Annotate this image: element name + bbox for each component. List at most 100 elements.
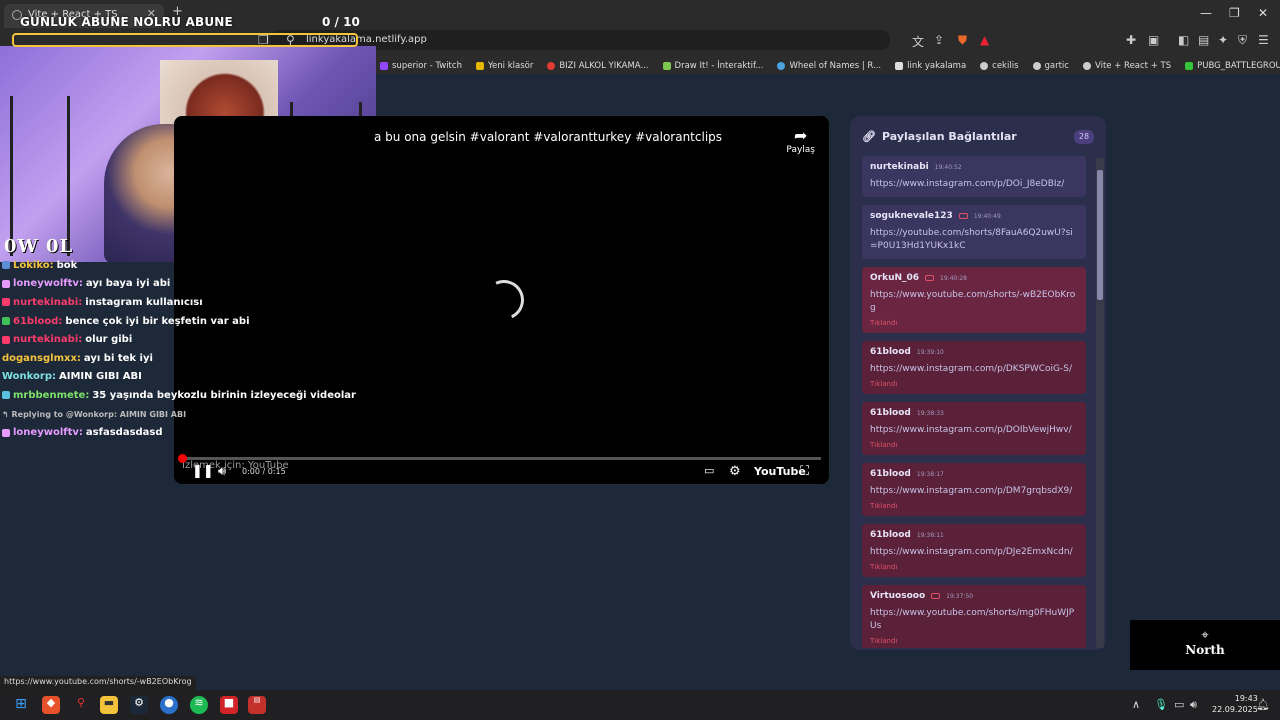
link-timestamp: 19:40:52 <box>934 163 962 171</box>
brave-icon[interactable]: ◆ <box>42 696 60 714</box>
tab-manager-icon[interactable]: ▣ <box>1148 33 1159 47</box>
fullscreen-icon[interactable]: ⛶ <box>800 464 809 479</box>
bookmark-item[interactable]: BIZI ALKOL YIKAMA... <box>547 57 649 74</box>
link-list-scrollbar[interactable] <box>1096 158 1104 648</box>
share-page-icon[interactable]: ⇪ <box>934 33 944 47</box>
steam-icon[interactable]: ⚙ <box>130 696 148 714</box>
translate-icon[interactable]: 文 <box>912 33 924 50</box>
tray-chevron-icon[interactable]: ∧ <box>1132 698 1140 711</box>
scrollbar-thumb[interactable] <box>1097 170 1103 300</box>
close-window-button[interactable]: ✕ <box>1258 6 1268 20</box>
notifications-icon[interactable]: 🔔︎ <box>1256 698 1270 711</box>
link-sender: nurtekinabi 19:40:52 <box>870 162 1078 172</box>
network-icon[interactable]: ▭ <box>1174 698 1184 711</box>
shared-link-card[interactable]: 61blood 19:38:17 https://www.instagram.com… <box>862 463 1086 516</box>
shared-url[interactable]: https://www.youtube.com/shorts/-wB2EObKr… <box>870 289 1078 315</box>
chat-badge-icon <box>2 261 10 270</box>
bookmark-item[interactable]: gartic <box>1032 57 1069 74</box>
leo-ai-icon[interactable]: ✦ <box>1218 33 1228 47</box>
settings-gear-icon[interactable]: ⚙ <box>729 464 741 479</box>
bookmark-item[interactable]: Wheel of Names | R... <box>777 57 881 74</box>
menu-icon[interactable]: ☰ <box>1258 33 1269 47</box>
file-explorer-icon[interactable]: ▬ <box>100 696 118 714</box>
bookmark-favicon <box>380 61 388 70</box>
vpn-icon[interactable]: ⛨ <box>1238 33 1247 48</box>
sidebar-icon[interactable]: ◧ <box>1178 33 1189 47</box>
link-timestamp: 19:37:50 <box>946 592 974 600</box>
shared-url[interactable]: https://www.instagram.com/p/DJe2EmxNcdn/ <box>870 546 1078 559</box>
sender-name: soguknevale123 <box>870 211 953 221</box>
captions-icon[interactable]: ▭ <box>704 464 714 477</box>
shared-url[interactable]: https://www.instagram.com/p/DKSPWCoiG-S/ <box>870 363 1078 376</box>
shared-link-card[interactable]: OrkuN_06 19:40:28 https://www.youtube.com/… <box>862 267 1086 333</box>
shared-link-card[interactable]: nurtekinabi 19:40:52 https://www.instagram… <box>862 156 1086 197</box>
shared-link-card[interactable]: 61blood 19:38:11 https://www.instagram.com… <box>862 524 1086 577</box>
youtube-logo[interactable]: YouTube <box>754 465 806 478</box>
link-timestamp: 19:38:17 <box>916 470 944 478</box>
link-timestamp: 19:38:33 <box>916 409 944 417</box>
taskbar-clock[interactable]: 19:43 22.09.2025 <box>1212 693 1258 715</box>
link-sender: 61blood 19:38:33 <box>870 408 1078 418</box>
progress-handle[interactable] <box>178 454 187 463</box>
link-timestamp: 19:39:10 <box>916 348 944 356</box>
wallet-icon[interactable]: ▤ <box>1198 33 1209 47</box>
shared-link-card[interactable]: soguknevale123 19:40:49 https://youtube.co… <box>862 205 1086 259</box>
chat-text: instagram kullanıcısı <box>85 296 203 308</box>
sender-name: Virtuosooo <box>870 591 926 601</box>
link-icon: 🔗︎ <box>862 130 876 143</box>
link-count-badge: 28 <box>1074 130 1094 144</box>
chat-message: Lokiko: bok <box>2 256 382 275</box>
shared-url[interactable]: https://www.youtube.com/shorts/mg0FHuWJP… <box>870 607 1078 633</box>
bookmark-item[interactable]: Draw It! - İnteraktif... <box>662 57 763 74</box>
chat-text: ayı baya iyi abi <box>85 278 171 290</box>
windows-start-icon[interactable]: ⊞ <box>12 696 30 714</box>
mic-icon[interactable]: 🎙︎ <box>1154 698 1168 711</box>
bookmark-item[interactable]: cekilis <box>980 57 1019 74</box>
link-sender: OrkuN_06 19:40:28 <box>870 273 1078 283</box>
voicemeeter-icon[interactable]: ▤ <box>248 696 266 714</box>
chat-username: loneywolftv: <box>13 278 83 290</box>
chat-username: nurtekinabi: <box>13 334 83 346</box>
chat-text: ayı bi tek iyi <box>83 352 153 364</box>
maximize-button[interactable]: ❐ <box>1229 6 1240 20</box>
volume-tray-icon[interactable]: 🔊︎ <box>1190 698 1197 712</box>
rewards-icon[interactable]: ▲ <box>980 33 989 47</box>
pause-icon[interactable]: ❚❚ <box>192 464 214 479</box>
shared-url[interactable]: https://youtube.com/shorts/8FauA6Q2uwU?s… <box>870 227 1078 253</box>
link-timestamp: 19:40:49 <box>973 212 1001 220</box>
minimize-button[interactable]: — <box>1200 6 1212 20</box>
app-icon[interactable]: ■ <box>220 696 238 714</box>
bookmark-item[interactable]: PUBG_BATTLEGROU... <box>1185 57 1280 74</box>
shared-link-card[interactable]: Virtuosooo 19:37:50 https://www.youtube.co… <box>862 585 1086 648</box>
shared-url[interactable]: https://www.instagram.com/p/DOi_J8eDBIz/ <box>870 178 1078 191</box>
chat-text: olur gibi <box>85 334 133 346</box>
sender-name: nurtekinabi <box>870 162 929 172</box>
youtube-icon <box>925 275 935 281</box>
chat-username: nurtekinabi: <box>13 296 83 308</box>
extensions-icon[interactable]: ✚ <box>1126 33 1136 47</box>
sender-name: 61blood <box>870 469 911 479</box>
chat-badge-icon <box>2 391 10 400</box>
shared-url[interactable]: https://www.instagram.com/p/DM7grqbsdX9/ <box>870 485 1078 498</box>
bookmark-item[interactable]: link yakalama <box>895 57 966 74</box>
chat-badge-icon <box>2 317 10 326</box>
app-icon[interactable]: ● <box>160 696 178 714</box>
chat-message: dogansglmxx: ayı bi tek iyi <box>2 349 382 368</box>
bookmark-item[interactable]: superior - Twitch <box>380 57 462 74</box>
maps-pin-icon[interactable]: ⚲ <box>72 696 90 714</box>
shared-link-card[interactable]: 61blood 19:39:10 https://www.instagram.com… <box>862 341 1086 394</box>
folder-icon <box>475 61 484 70</box>
bookmark-item[interactable]: Vite + React + TS <box>1082 57 1171 74</box>
spotify-icon[interactable]: ≋ <box>190 696 208 714</box>
share-button[interactable]: ➦ Paylaş <box>786 126 815 155</box>
chat-badge-icon <box>2 298 10 307</box>
volume-icon[interactable]: 🔊︎ <box>218 464 226 479</box>
bookmark-item[interactable]: Yeni klasör <box>475 57 533 74</box>
panel-header: 🔗︎ Paylaşılan Bağlantılar <box>862 130 1017 143</box>
shared-link-card[interactable]: 61blood 19:38:33 https://www.instagram.com… <box>862 402 1086 455</box>
brave-shield-icon[interactable]: ⛊ <box>958 33 967 48</box>
shared-url[interactable]: https://www.instagram.com/p/DOIbVewjHwv/ <box>870 424 1078 437</box>
link-sender: 61blood 19:38:11 <box>870 530 1078 540</box>
shelf <box>10 96 70 256</box>
progress-bar[interactable] <box>178 454 821 463</box>
